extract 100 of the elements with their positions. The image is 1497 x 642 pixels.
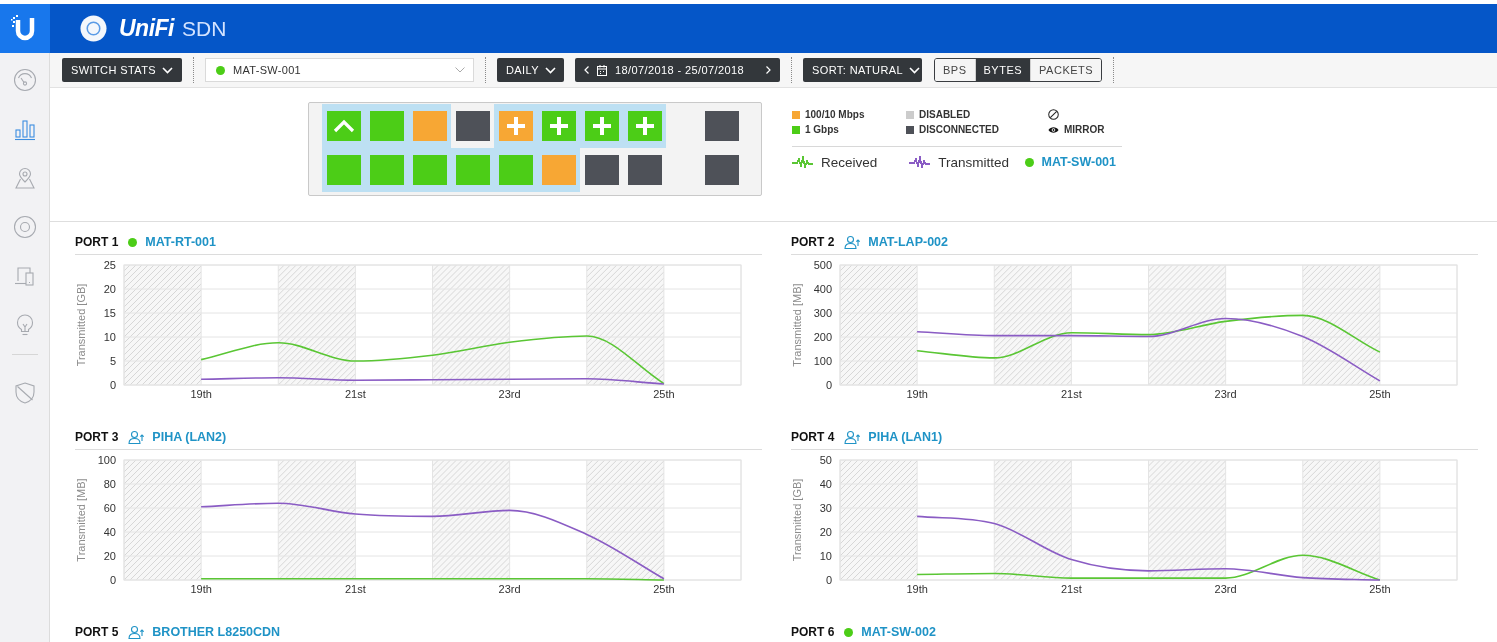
x-tick-label: 21st: [1061, 388, 1082, 400]
legend-label: MIRROR: [1064, 124, 1105, 135]
plus-icon: [633, 115, 656, 137]
switch-port[interactable]: [412, 111, 447, 141]
sort-dropdown[interactable]: SORT: NATURAL: [803, 58, 922, 82]
x-tick-label: 23rd: [498, 388, 521, 400]
switch-port[interactable]: [455, 155, 490, 185]
y-tick-label: 40: [819, 478, 832, 490]
devices-icon[interactable]: [12, 264, 37, 288]
y-tick-label: 500: [813, 259, 832, 271]
y-tick-label: 15: [103, 307, 116, 319]
y-tick-label: 10: [103, 331, 116, 343]
bar-chart-icon[interactable]: [12, 117, 37, 141]
y-tick-label: 20: [819, 526, 832, 538]
port-label: PORT 2: [791, 235, 835, 249]
x-tick-label: 23rd: [498, 583, 521, 595]
eye-icon: [1048, 125, 1059, 134]
port-label: PORT 5: [75, 625, 119, 639]
switch-port[interactable]: [498, 111, 533, 141]
x-tick-label: 19th: [906, 388, 928, 400]
x-tick-label: 21st: [1061, 583, 1082, 595]
device-select[interactable]: MAT-SW-001: [205, 58, 474, 82]
y-tick-label: 0: [109, 379, 116, 391]
x-tick-label: 21st: [345, 583, 366, 595]
x-tick-label: 23rd: [1214, 583, 1237, 595]
unit-tab[interactable]: BYTES: [974, 59, 1031, 81]
y-tick-label: 0: [825, 574, 832, 586]
view-dropdown[interactable]: SWITCH STATS: [62, 58, 182, 82]
chevron-down-icon: [455, 67, 465, 73]
legend-label: Received: [821, 154, 878, 170]
chevron-left-icon[interactable]: [584, 66, 589, 74]
switch-port[interactable]: [584, 155, 619, 185]
legend-label: DISCONNECTED: [919, 124, 999, 135]
map-pin-icon[interactable]: [12, 166, 37, 190]
y-tick-label: 400: [813, 283, 832, 295]
calendar-icon: [597, 64, 607, 76]
blocked-icon: [1048, 109, 1059, 120]
device-link[interactable]: PIHA (LAN1): [868, 430, 943, 444]
y-tick-label: 100: [813, 355, 832, 367]
legend-label: 100/10 Mbps: [805, 109, 865, 120]
switch-port[interactable]: [704, 111, 739, 141]
gauge-icon[interactable]: [12, 68, 37, 92]
legend-label: DISABLED: [919, 109, 971, 120]
legend-label: Transmitted: [938, 154, 1010, 170]
chevron-down-icon: [162, 66, 174, 74]
switch-port[interactable]: [541, 111, 576, 141]
shield-icon[interactable]: [12, 381, 37, 405]
ring-icon[interactable]: [12, 215, 37, 239]
y-tick-label: 0: [825, 379, 832, 391]
switch-port[interactable]: [584, 111, 619, 141]
x-tick-label: 21st: [345, 388, 366, 400]
x-tick-label: 25th: [653, 388, 675, 400]
user-icon: [844, 235, 861, 249]
disc-icon: [80, 15, 107, 42]
switch-port[interactable]: [627, 111, 662, 141]
switch-port[interactable]: [541, 155, 576, 185]
switch-port[interactable]: [455, 111, 490, 141]
unit-tab[interactable]: PACKETS: [1030, 59, 1102, 81]
chevron-down-icon: [909, 66, 920, 74]
x-tick-label: 19th: [906, 583, 928, 595]
y-tick-label: 50: [819, 454, 832, 466]
y-tick-label: 5: [109, 355, 116, 367]
port-label: PORT 4: [791, 430, 835, 444]
chevron-right-icon[interactable]: [766, 66, 771, 74]
chevron-down-icon: [545, 66, 556, 74]
product-name: SDN: [182, 16, 227, 41]
y-tick-label: 20: [103, 550, 116, 562]
switch-port[interactable]: [627, 155, 662, 185]
y-tick-label: 30: [819, 502, 832, 514]
switch-port[interactable]: [326, 111, 361, 141]
switch-port[interactable]: [704, 155, 739, 185]
port-label: PORT 1: [75, 235, 119, 249]
y-axis-title: Transmitted [GB]: [791, 478, 803, 562]
y-tick-label: 100: [97, 454, 116, 466]
x-tick-label: 19th: [190, 388, 212, 400]
y-axis-title: Transmitted [MB]: [75, 478, 87, 562]
y-tick-label: 80: [103, 478, 116, 490]
switch-port[interactable]: [369, 155, 404, 185]
user-icon: [128, 430, 145, 444]
switch-port[interactable]: [326, 155, 361, 185]
y-tick-label: 25: [103, 259, 116, 271]
switch-port[interactable]: [498, 155, 533, 185]
port-label: PORT 3: [75, 430, 119, 444]
x-tick-label: 19th: [190, 583, 212, 595]
plus-icon: [547, 115, 570, 137]
y-axis-title: Transmitted [GB]: [75, 283, 87, 367]
y-tick-label: 20: [103, 283, 116, 295]
date-range-picker[interactable]: 18/07/2018 - 25/07/2018: [575, 58, 780, 82]
date-range-label: 18/07/2018 - 25/07/2018: [615, 64, 745, 76]
switch-port[interactable]: [412, 155, 447, 185]
device-link[interactable]: PIHA (LAN2): [152, 430, 227, 444]
y-tick-label: 10: [819, 550, 832, 562]
port-label: PORT 6: [791, 625, 835, 639]
x-tick-label: 25th: [653, 583, 675, 595]
y-tick-label: 0: [109, 574, 116, 586]
y-tick-label: 40: [103, 526, 116, 538]
x-tick-label: 25th: [1369, 583, 1391, 595]
switch-port[interactable]: [369, 111, 404, 141]
plus-icon: [590, 115, 613, 137]
interval-dropdown[interactable]: DAILY: [497, 58, 564, 82]
